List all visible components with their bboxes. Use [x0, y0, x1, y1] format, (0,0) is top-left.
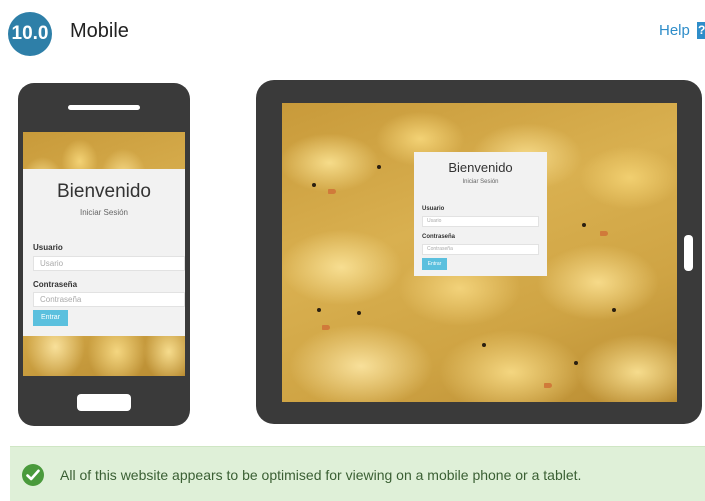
check-circle-icon: [22, 464, 44, 486]
phone-mockup: Bienvenido Iniciar Sesión Usuario Usario…: [18, 83, 190, 426]
phone-login-card: Bienvenido Iniciar Sesión Usuario Usario…: [23, 169, 185, 336]
phone-home-button: [77, 394, 131, 411]
submit-button[interactable]: Entrar: [422, 258, 447, 270]
help-icon[interactable]: ?: [697, 22, 705, 39]
section-title: Mobile: [70, 20, 129, 42]
username-input[interactable]: Usario: [422, 216, 539, 227]
phone-screen: Bienvenido Iniciar Sesión Usuario Usario…: [23, 132, 185, 376]
login-title: Bienvenido: [56, 181, 152, 202]
phone-speaker: [68, 105, 140, 110]
password-input[interactable]: Contraseña: [33, 292, 185, 307]
section-header: 10.0 Mobile Help ?: [0, 0, 705, 60]
username-label: Usuario: [33, 243, 63, 252]
login-subtitle: Iniciar Sesión: [462, 179, 499, 185]
password-label: Contraseña: [33, 280, 78, 289]
tablet-home-button: [684, 235, 693, 271]
tablet-login-card: Bienvenido Iniciar Sesión Usuario Usario…: [414, 152, 547, 276]
login-title: Bienvenido: [448, 160, 513, 175]
login-subtitle: Iniciar Sesión: [79, 208, 129, 217]
tablet-mockup: Bienvenido Iniciar Sesión Usuario Usario…: [256, 80, 702, 424]
result-banner: All of this website appears to be optimi…: [10, 446, 705, 501]
help-link[interactable]: Help: [659, 22, 690, 39]
username-input[interactable]: Usario: [33, 256, 185, 271]
section-number-badge: 10.0: [8, 12, 52, 56]
tablet-screen: Bienvenido Iniciar Sesión Usuario Usario…: [282, 103, 677, 402]
result-message: All of this website appears to be optimi…: [60, 467, 582, 483]
submit-button[interactable]: Entrar: [33, 310, 68, 326]
password-input[interactable]: Contraseña: [422, 244, 539, 255]
username-label: Usuario: [422, 206, 445, 212]
password-label: Contraseña: [422, 234, 456, 240]
